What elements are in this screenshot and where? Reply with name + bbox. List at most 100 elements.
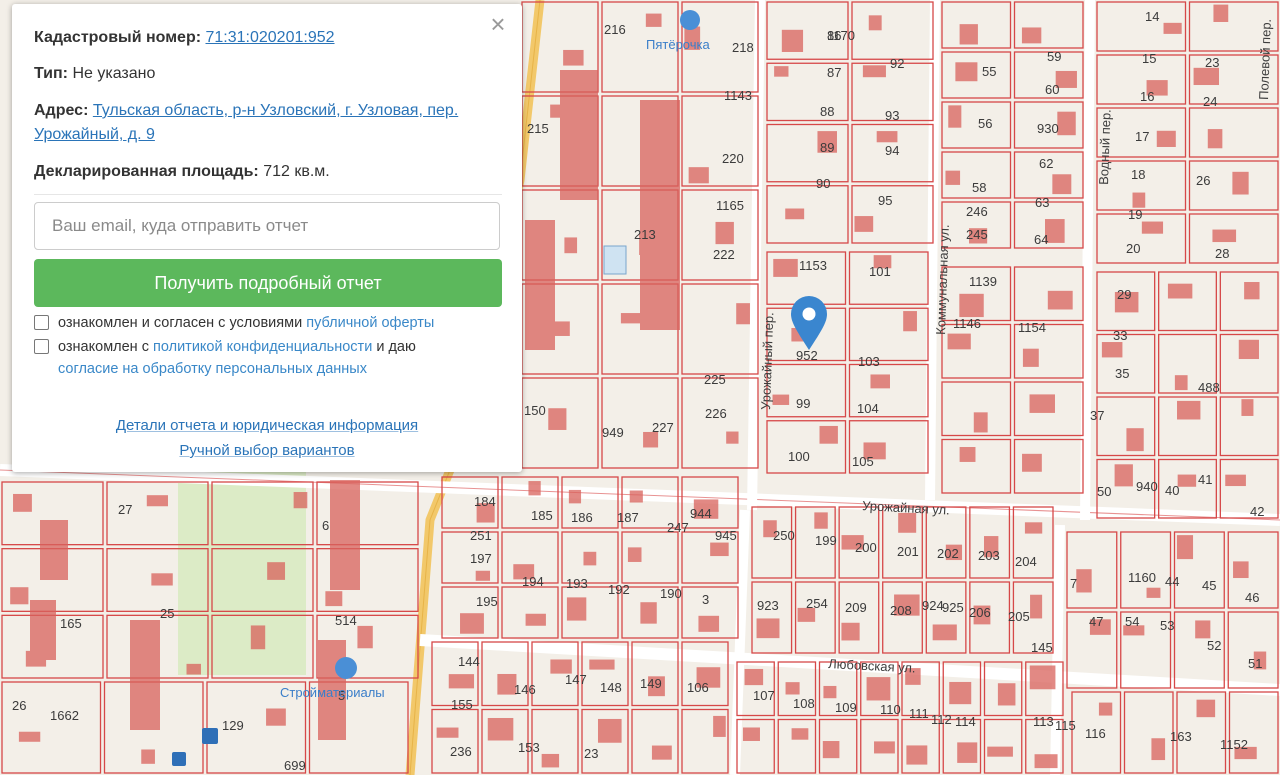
- manual-link-wrap: Ручной выбор вариантов: [12, 442, 522, 459]
- area-row: Декларированная площадь: 712 кв.м.: [34, 160, 330, 184]
- get-report-button[interactable]: Получить подробный отчет: [34, 259, 502, 307]
- building-footprint: [744, 668, 764, 686]
- lot-number-label: 113: [1033, 714, 1054, 729]
- apartment-building: [640, 100, 680, 330]
- shop-icon[interactable]: [680, 10, 700, 30]
- lot-number-label: 29: [1117, 287, 1131, 302]
- lot-number-label: 17: [1135, 129, 1149, 144]
- lot-number-label: 944: [690, 506, 712, 521]
- building-footprint: [973, 412, 988, 433]
- building-footprint: [791, 728, 809, 740]
- lot-number-label: 54: [1125, 614, 1139, 629]
- building-footprint: [1146, 587, 1161, 598]
- privacy-consent-checkbox[interactable]: [34, 339, 49, 354]
- building-footprint: [957, 742, 978, 763]
- email-input[interactable]: [34, 202, 500, 250]
- lot-number-label: 26: [1196, 173, 1210, 188]
- lot-number-label: 155: [451, 697, 473, 712]
- bus-stop-icon[interactable]: [202, 728, 218, 744]
- cadastral-number-row: Кадастровый номер: 71:31:020201:952: [34, 26, 335, 50]
- lot-number-label: 145: [1031, 640, 1053, 655]
- privacy-consent-and: и даю: [376, 339, 416, 355]
- lot-number-label: 62: [1039, 156, 1053, 171]
- store-icon[interactable]: [335, 657, 357, 679]
- personal-data-consent-link[interactable]: согласие на обработку персональных данны…: [58, 361, 367, 377]
- lot-number-label: 193: [566, 576, 588, 591]
- building-footprint: [597, 718, 622, 743]
- building-footprint: [436, 727, 459, 738]
- lot-number-label: 129: [222, 718, 244, 733]
- transit-icon[interactable]: [172, 752, 186, 766]
- divider: [34, 194, 502, 195]
- lot-number-label: 93: [885, 108, 899, 123]
- building-footprint: [1132, 192, 1146, 208]
- close-icon[interactable]: ×: [486, 11, 510, 37]
- offer-consent-checkbox[interactable]: [34, 315, 49, 330]
- building-footprint: [822, 741, 840, 759]
- apartment-building: [560, 70, 598, 200]
- lot-number-label: 1170: [827, 28, 855, 43]
- poi-label-pyaterochka[interactable]: Пятёрочка: [646, 37, 710, 52]
- lot-number-label: 40: [1165, 483, 1179, 498]
- lot-number-label: 148: [600, 680, 622, 695]
- apartment-building: [40, 520, 68, 580]
- lot-number-label: 227: [652, 420, 674, 435]
- building-footprint: [1193, 67, 1220, 86]
- privacy-policy-link[interactable]: политикой конфиденциальности: [153, 339, 372, 355]
- public-offer-link[interactable]: публичной оферты: [306, 315, 434, 331]
- lot-number-label: 215: [527, 121, 549, 136]
- building-footprint: [1195, 620, 1211, 639]
- building-footprint: [854, 216, 874, 232]
- privacy-consent-label: ознакомлен с: [58, 339, 149, 355]
- lot-number-label: 1160: [1128, 570, 1156, 585]
- lot-number-label: 115: [1055, 718, 1076, 733]
- lot-number-label: 24: [1203, 94, 1217, 109]
- address-link-line2[interactable]: Урожайный, д. 9: [34, 126, 155, 143]
- lot-number-label: 6: [322, 518, 329, 533]
- building-footprint: [528, 481, 541, 496]
- cadastral-number-link[interactable]: 71:31:020201:952: [206, 29, 335, 46]
- type-label: Тип:: [34, 65, 68, 82]
- building-footprint: [1213, 4, 1229, 22]
- building-footprint: [1098, 702, 1113, 716]
- lot-number-label: 187: [617, 510, 639, 525]
- address-link-line1[interactable]: Тульская область, р-н Узловский, г. Узло…: [93, 102, 458, 119]
- offer-consent-label: ознакомлен и согласен с условиями: [58, 315, 303, 331]
- building-footprint: [1163, 22, 1182, 34]
- building-footprint: [955, 62, 978, 82]
- lot-number-label: 163: [1170, 729, 1192, 744]
- lot-number-label: 35: [1115, 366, 1129, 381]
- lot-number-label: 185: [531, 508, 553, 523]
- apartment-building: [30, 600, 56, 660]
- building-footprint: [781, 29, 804, 52]
- building-footprint: [1167, 283, 1193, 299]
- lot-number-label: 90: [816, 176, 830, 191]
- street-label-polevoy-per: Полевой пер.: [1256, 19, 1274, 101]
- lot-number-label: 28: [1215, 246, 1229, 261]
- building-footprint: [629, 490, 643, 503]
- lot-number-label: 104: [857, 401, 879, 416]
- report-details-link[interactable]: Детали отчета и юридическая информация: [116, 417, 418, 434]
- lot-number-label: 165: [60, 616, 82, 631]
- address-label: Адрес:: [34, 102, 89, 119]
- lot-number-label: 37: [1090, 408, 1104, 423]
- lot-number-label: 149: [640, 676, 662, 691]
- lot-number-label: 199: [815, 533, 837, 548]
- building-footprint: [1207, 129, 1223, 149]
- lot-number-label: 55: [982, 64, 996, 79]
- lot-number-label: 100: [788, 449, 810, 464]
- poi-label-stroymaterialy[interactable]: Стройматериалы: [280, 685, 385, 700]
- building-footprint: [868, 15, 882, 31]
- photo-icon[interactable]: [603, 245, 627, 275]
- building-footprint: [1212, 229, 1237, 243]
- lot-number-label: 209: [845, 600, 867, 615]
- lot-number-label: 1146: [953, 316, 981, 331]
- building-footprint: [566, 597, 587, 621]
- lot-number-label: 205: [1008, 609, 1030, 624]
- lot-number-label: 1165: [716, 198, 744, 213]
- lot-number-label: 216: [604, 22, 626, 37]
- lot-number-label: 41: [1198, 472, 1212, 487]
- manual-selection-link[interactable]: Ручной выбор вариантов: [179, 442, 354, 459]
- building-footprint: [1244, 282, 1260, 300]
- lot-number-label: 25: [160, 606, 174, 621]
